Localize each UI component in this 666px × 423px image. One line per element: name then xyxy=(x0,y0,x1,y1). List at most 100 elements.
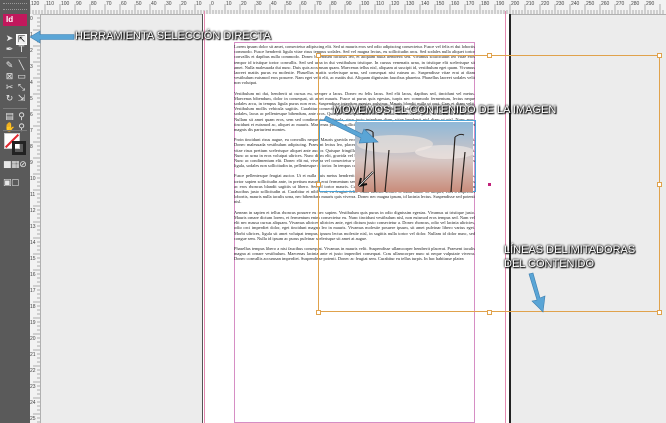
panel-grip[interactable] xyxy=(3,3,27,10)
ruler-label: 70 xyxy=(106,1,112,7)
ruler-label: 9 xyxy=(30,160,33,166)
ruler-label: 16 xyxy=(30,272,36,278)
ruler-label: 90 xyxy=(76,1,82,7)
ruler-label: 150 xyxy=(436,1,445,7)
ruler-label: 25 xyxy=(30,416,36,422)
ruler-label: 8 xyxy=(30,144,33,150)
pen-tool-icon[interactable]: ✒ xyxy=(4,45,15,56)
ruler-label: 100 xyxy=(61,1,70,7)
ruler-label: 140 xyxy=(421,1,430,7)
ruler-label: 160 xyxy=(451,1,460,7)
ruler-label: 120 xyxy=(391,1,400,7)
ruler-label: 50 xyxy=(136,1,142,7)
ruler-label: 12 xyxy=(30,208,36,214)
rectangle-tool-icon[interactable]: ▭ xyxy=(16,72,27,83)
ruler-label: 220 xyxy=(541,1,550,7)
toolbar-divider xyxy=(3,130,27,131)
ruler-label: 110 xyxy=(376,1,384,7)
scale-tool-icon[interactable]: ⇲ xyxy=(16,94,27,105)
ruler-label: 20 xyxy=(30,336,36,342)
eyedropper-tool-icon[interactable]: ⚲ xyxy=(16,112,27,123)
ruler-label: 40 xyxy=(151,1,157,7)
ruler-label: 0 xyxy=(211,1,214,7)
toolbar-divider xyxy=(3,57,27,58)
bounding-handle[interactable] xyxy=(487,53,492,58)
app-logo: Id xyxy=(3,14,27,26)
bounding-handle[interactable] xyxy=(657,182,662,187)
ruler-label: 0 xyxy=(30,16,33,22)
ruler-label: 250 xyxy=(586,1,595,7)
free-transform-tool-icon[interactable]: ⤡ xyxy=(16,83,27,94)
ruler-label: 4 xyxy=(30,80,33,86)
ruler-label: 40 xyxy=(271,1,277,7)
ruler-label: 200 xyxy=(511,1,520,7)
annotation-bounding-lines-1: LÍNEAS DELIMITADORAS xyxy=(504,244,636,256)
stroke-swatch[interactable] xyxy=(12,141,26,155)
frame-center-point xyxy=(488,183,491,186)
ruler-label: 210 xyxy=(526,1,535,7)
rotate-tool-icon[interactable]: ↻ xyxy=(4,94,15,105)
ruler-label: 10 xyxy=(30,176,36,182)
ruler-label: 290 xyxy=(646,1,655,7)
ruler-label: 70 xyxy=(316,1,322,7)
bounding-handle[interactable] xyxy=(657,310,662,315)
ruler-label: 60 xyxy=(301,1,307,7)
bounding-handle[interactable] xyxy=(657,53,662,58)
ruler-label: 17 xyxy=(30,288,36,294)
ruler-label: 15 xyxy=(30,256,36,262)
annotation-direct-selection: HERRAMIENTA SELECCIÓN DIRECTA xyxy=(75,30,271,42)
ruler-label: 50 xyxy=(286,1,292,7)
bleed-guide xyxy=(204,11,205,423)
ruler-label: 180 xyxy=(481,1,490,7)
annotation-arrow-icon xyxy=(323,115,379,144)
ruler-label: 10 xyxy=(226,1,232,7)
ruler-label: 100 xyxy=(361,1,370,7)
ruler-label: 80 xyxy=(331,1,337,7)
toolbar-divider xyxy=(3,108,27,109)
bounding-handle[interactable] xyxy=(487,310,492,315)
ruler-label: 5 xyxy=(30,96,33,102)
apply-none-icon[interactable]: ⊘ xyxy=(19,160,27,171)
bounding-handle[interactable] xyxy=(316,310,321,315)
apply-gradient-icon[interactable]: ▦ xyxy=(11,160,20,171)
type-tool-icon[interactable]: T xyxy=(16,45,27,56)
ruler-label: 18 xyxy=(30,304,36,310)
tools-panel: Id ➤ ⇱ ✒ T ✎ ╲ ⊠ ▭ ✂ ⤡ ↻ ⇲ ▤ ⚲ ✋ ⚲ ■ ▦ ⊘ ▣ ▢ xyxy=(0,0,31,423)
apply-color-icon[interactable]: ■ xyxy=(3,160,12,171)
ruler-label: 130 xyxy=(406,1,415,7)
ruler-label: 60 xyxy=(121,1,127,7)
annotation-arrow-icon xyxy=(528,272,546,313)
selection-tool-icon[interactable]: ➤ xyxy=(4,34,15,45)
bounding-handle[interactable] xyxy=(316,53,321,58)
preview-view-icon[interactable]: ▢ xyxy=(11,178,20,189)
normal-view-icon[interactable]: ▣ xyxy=(3,178,12,189)
ruler-label: 190 xyxy=(496,1,505,7)
annotation-arrow-icon xyxy=(29,30,75,44)
bounding-handle[interactable] xyxy=(316,182,321,187)
ruler-label: 270 xyxy=(616,1,625,7)
ruler-label: 6 xyxy=(30,112,33,118)
ruler-label: 19 xyxy=(30,320,36,326)
note-tool-icon[interactable]: ▤ xyxy=(4,112,15,123)
pencil-tool-icon[interactable]: ✎ xyxy=(4,61,15,72)
ruler-label: 13 xyxy=(30,224,36,230)
ruler-label: 14 xyxy=(30,240,36,246)
horizontal-ruler[interactable]: 120 110 100 90 80 70 60 50 40 30 20 10 0 10 20 30 40 50 60… xyxy=(30,0,666,15)
ruler-label: 280 xyxy=(631,1,640,7)
ruler-label: 23 xyxy=(30,384,36,390)
ruler-label: 20 xyxy=(241,1,247,7)
rectangle-frame-tool-icon[interactable]: ⊠ xyxy=(4,72,15,83)
ruler-label: 10 xyxy=(196,1,202,7)
scissors-tool-icon[interactable]: ✂ xyxy=(4,83,15,94)
ruler-label: 110 xyxy=(46,1,54,7)
line-tool-icon[interactable]: ╲ xyxy=(16,61,27,72)
ruler-label: 11 xyxy=(30,192,36,198)
ruler-label: 230 xyxy=(556,1,565,7)
ruler-label: 120 xyxy=(31,1,40,7)
ruler-label: 20 xyxy=(181,1,187,7)
ruler-label: 30 xyxy=(256,1,262,7)
ruler-label: 24 xyxy=(30,400,36,406)
ruler-label: 2 xyxy=(30,48,33,54)
vertical-ruler[interactable]: 0 1 2 3 4 5 6 7 8 9 10 11 12 13 14 15 16 17 18 19 20 21 22 23 24… xyxy=(30,14,41,423)
direct-selection-tool-icon[interactable]: ⇱ xyxy=(16,34,27,45)
